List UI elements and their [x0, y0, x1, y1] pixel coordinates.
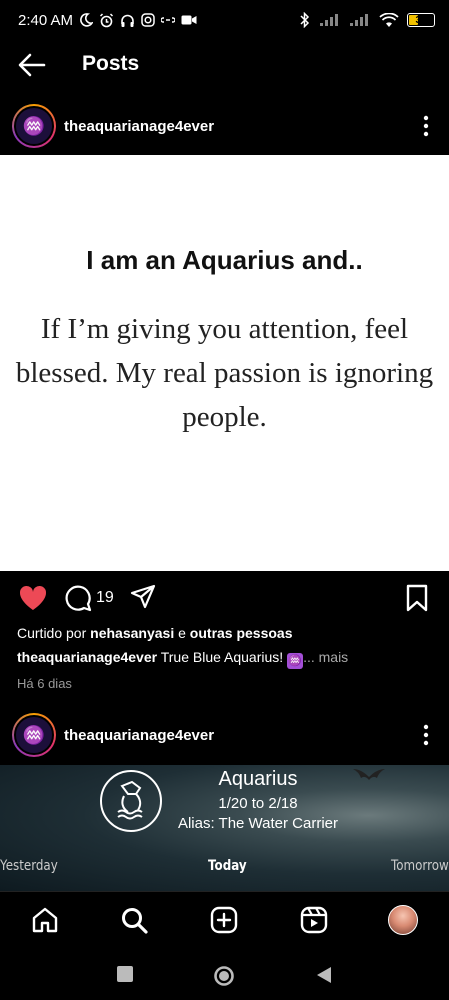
bottom-nav [0, 891, 449, 951]
top-header: Posts [0, 40, 449, 90]
bluetooth-icon [300, 12, 310, 28]
page-title: Posts [82, 52, 140, 75]
aquarius-sign-icon: ♒ [14, 715, 54, 755]
tab-today: Today [208, 858, 247, 874]
caption-more-link[interactable]: ... mais [303, 649, 348, 665]
post-image-2[interactable]: Aquarius 1/20 to 2/18 Alias: The Water C… [0, 765, 449, 891]
search-icon[interactable] [120, 906, 148, 934]
caption-username[interactable]: theaquarianage4ever [17, 649, 157, 665]
sign-dates: 1/20 to 2/18 [218, 795, 298, 812]
battery-level: 37 [415, 14, 427, 26]
headphones-icon [121, 14, 134, 27]
arrow-left-icon[interactable] [18, 52, 46, 78]
wifi-icon [379, 12, 399, 27]
post-image[interactable]: I am an Aquarius and.. If I’m giving you… [0, 155, 449, 571]
post-quote: If I’m giving you attention, feel blesse… [15, 313, 434, 433]
signal-2-icon [350, 14, 368, 26]
comment-icon[interactable] [64, 584, 92, 612]
home-button-icon[interactable] [213, 965, 235, 987]
reels-icon[interactable] [300, 906, 328, 934]
recents-icon[interactable] [116, 965, 134, 983]
caption-text: True Blue Aquarius! [160, 649, 284, 665]
bookmark-icon[interactable] [405, 584, 429, 612]
home-icon[interactable] [31, 906, 59, 934]
likes-user[interactable]: nehasanyasi [90, 625, 174, 641]
create-icon[interactable] [210, 906, 238, 934]
profile-avatar[interactable] [388, 905, 418, 935]
likes-connector: e [178, 625, 186, 641]
system-navigation-bar [0, 951, 449, 1000]
battery-icon: 37 [407, 13, 435, 27]
tab-tomorrow: Tomorrow [391, 858, 449, 874]
comment-count[interactable]: 19 [96, 589, 114, 607]
instagram-icon [141, 13, 155, 27]
status-bar: 2:40 AM 37 [0, 0, 449, 40]
aquarius-emoji-icon: ♒ [287, 653, 304, 669]
heart-icon[interactable] [18, 584, 48, 612]
post-header: ♒ theaquarianage4ever [0, 100, 449, 152]
likes-prefix: Curtido por [17, 625, 87, 641]
likes-line[interactable]: Curtido por nehasanyasi e outras pessoas [17, 625, 293, 641]
likes-suffix[interactable]: outras pessoas [190, 625, 293, 641]
aquarius-sign-icon: ♒ [14, 106, 54, 146]
more-vertical-icon[interactable] [421, 115, 431, 137]
video-icon [181, 15, 197, 25]
post-username[interactable]: theaquarianage4ever [64, 727, 214, 744]
send-icon[interactable] [130, 584, 156, 610]
more-vertical-icon[interactable] [421, 724, 431, 746]
status-notification-icons [79, 12, 197, 28]
sign-alias: Alias: The Water Carrier [177, 815, 339, 832]
post-headline: I am an Aquarius and.. [86, 245, 363, 275]
back-button-icon[interactable] [315, 965, 333, 985]
alarm-icon [100, 12, 114, 27]
post-actions: 19 [0, 581, 449, 615]
avatar[interactable]: ♒ [12, 104, 56, 148]
post-username[interactable]: theaquarianage4ever [64, 118, 214, 135]
sign-title: Aquarius [218, 768, 298, 790]
post-timestamp: Há 6 dias [17, 676, 72, 691]
status-time: 2:40 AM [18, 11, 74, 29]
post-header-2: ♒ theaquarianage4ever [0, 709, 449, 761]
moon-icon [80, 13, 94, 27]
tab-yesterday: Yesterday [0, 858, 58, 874]
post-caption: theaquarianage4ever True Blue Aquarius! … [17, 649, 348, 669]
avatar[interactable]: ♒ [12, 713, 56, 757]
link-icon [161, 17, 176, 23]
signal-icon [320, 14, 338, 26]
